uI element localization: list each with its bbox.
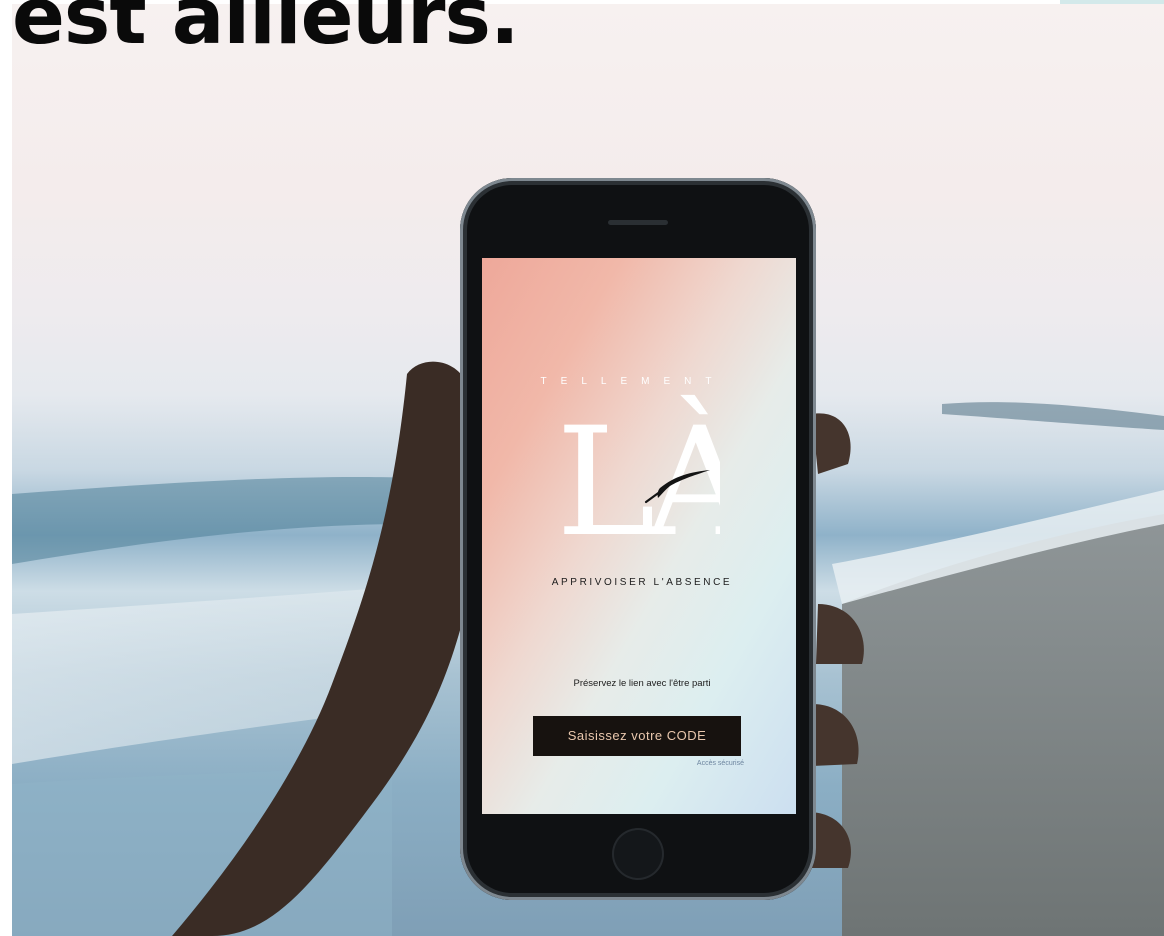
phone-speaker: [608, 220, 668, 225]
secure-access-note: Accès sécurisé: [696, 760, 744, 767]
app-screen: TELLEMENT LÀ APPRIVOISER L'ABSENCE Prése…: [482, 258, 796, 814]
smartphone: TELLEMENT LÀ APPRIVOISER L'ABSENCE Prése…: [460, 178, 816, 900]
enter-code-button[interactable]: Saisissez votre CODE: [533, 716, 741, 756]
brand-logo: LÀ: [556, 395, 720, 564]
brand-mark: LÀ: [556, 395, 720, 564]
app-tagline: APPRIVOISER L'ABSENCE: [551, 577, 733, 588]
headline: est ailleurs.: [12, 0, 520, 62]
home-button-icon: [612, 828, 664, 880]
brand-top-text: TELLEMENT: [540, 376, 726, 387]
app-subline: Préservez le lien avec l'être parti: [573, 678, 711, 689]
